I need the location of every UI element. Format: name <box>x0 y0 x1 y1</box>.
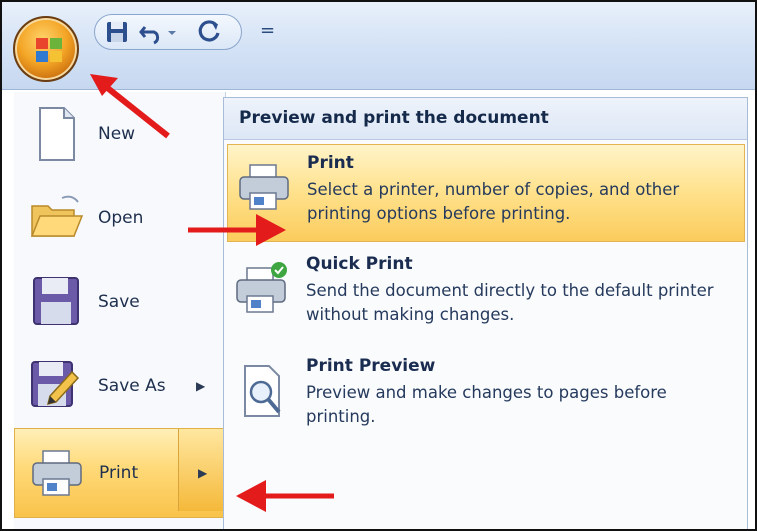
print-submenu-panel: Preview and print the document Print Sel… <box>223 97 748 529</box>
menu-item-print[interactable]: Print ▶ <box>14 428 226 518</box>
menu-item-save[interactable]: Save <box>14 260 226 344</box>
quick-print-icon <box>236 262 287 313</box>
option-title: Print Preview <box>306 356 436 376</box>
office-button[interactable] <box>13 16 79 82</box>
quick-print-option[interactable]: Quick Print Send the document directly t… <box>227 246 745 344</box>
print-preview-icon <box>244 365 281 417</box>
office-menu-commands: New Open Save Save As ▶ Print ▶ <box>14 92 226 529</box>
submenu-arrow-icon: ▶ <box>198 466 208 480</box>
open-folder-icon <box>30 195 84 237</box>
save-disk-icon <box>33 277 79 325</box>
print-option[interactable]: Print Select a printer, number of copies… <box>227 144 745 242</box>
option-description: Send the document directly to the defaul… <box>306 281 714 324</box>
option-title: Quick Print <box>306 254 413 274</box>
menu-item-save-as[interactable]: Save As ▶ <box>14 344 226 428</box>
print-preview-option[interactable]: Print Preview Preview and make changes t… <box>227 348 745 446</box>
menu-item-label: Save As <box>98 376 166 396</box>
new-document-icon <box>39 107 75 161</box>
undo-icon[interactable] <box>139 19 163 45</box>
save-as-icon <box>31 361 80 407</box>
annotation-arrow-to-print-option <box>188 214 286 246</box>
option-description: Select a printer, number of copies, and … <box>307 180 680 223</box>
option-description: Preview and make changes to pages before… <box>306 383 667 426</box>
redo-icon[interactable] <box>197 19 221 45</box>
printer-icon <box>32 450 82 496</box>
menu-item-label: Print <box>99 463 139 483</box>
undo-dropdown-icon[interactable] <box>166 19 178 45</box>
office-menu-window: = New Open Save Save As ▶ Print ▶ Previe… <box>0 0 757 531</box>
printer-icon <box>239 164 289 210</box>
office-logo-icon <box>36 38 62 62</box>
annotation-arrow-to-print-menu <box>236 480 334 512</box>
menu-item-label: Open <box>98 208 144 228</box>
menu-item-label: Save <box>98 292 140 312</box>
annotation-arrow-to-office-button <box>90 74 170 139</box>
save-icon[interactable] <box>105 19 129 45</box>
option-title: Print <box>307 153 354 173</box>
submenu-arrow-icon: ▶ <box>196 379 206 393</box>
submenu-title: Preview and print the document <box>224 98 747 140</box>
customize-qat-button[interactable]: = <box>260 20 275 41</box>
